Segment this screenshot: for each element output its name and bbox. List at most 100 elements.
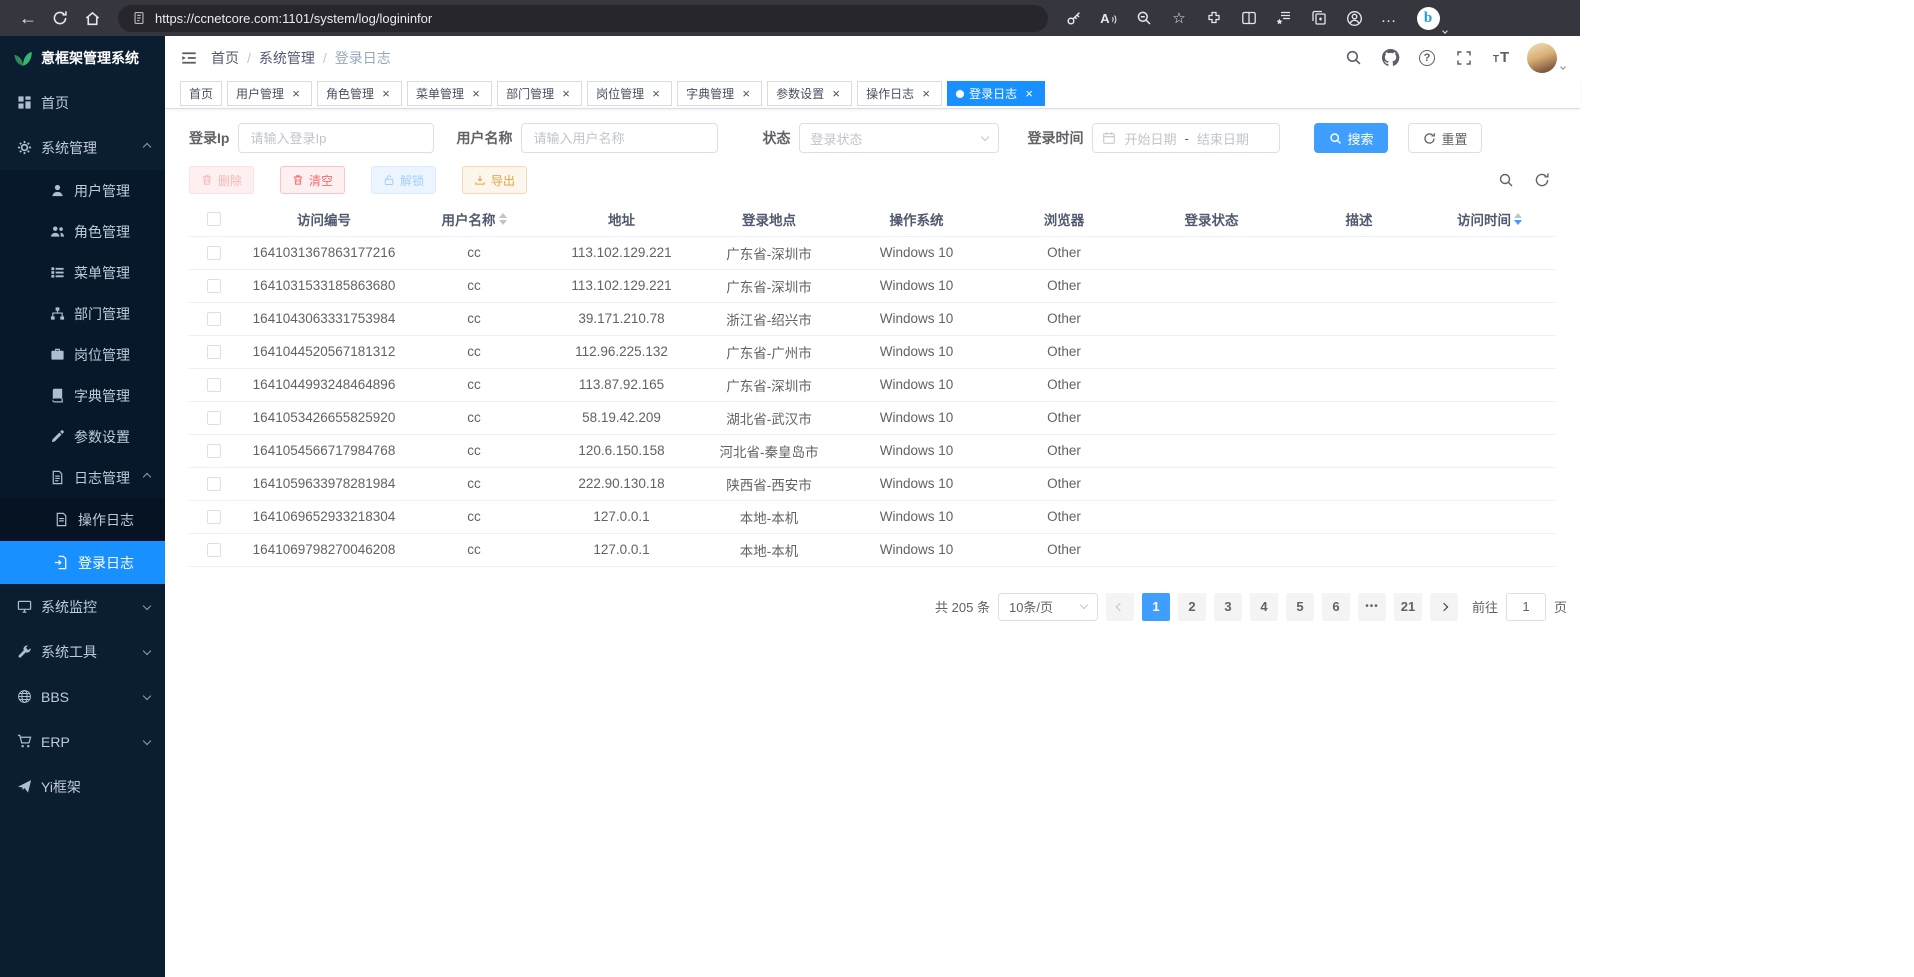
tab-operlog[interactable]: 操作日志× (857, 81, 942, 106)
close-tab-icon[interactable]: × (469, 87, 483, 101)
fullscreen-icon[interactable] (1453, 47, 1475, 69)
more-pages-button[interactable]: ••• (1358, 593, 1386, 621)
row-checkbox[interactable] (207, 510, 221, 524)
select-all-checkbox[interactable] (207, 212, 221, 226)
next-page-button[interactable] (1430, 593, 1458, 621)
sidebar-item-user[interactable]: 用户管理 (0, 170, 165, 211)
page-button-3[interactable]: 3 (1214, 593, 1242, 621)
unlock-button[interactable]: 解锁 (371, 166, 436, 194)
close-tab-icon[interactable]: × (919, 87, 933, 101)
table-search-icon[interactable] (1493, 167, 1519, 193)
page-button-21[interactable]: 21 (1394, 593, 1422, 621)
prev-page-button[interactable] (1106, 593, 1134, 621)
sidebar-item-erp[interactable]: ERP (0, 719, 165, 764)
date-range-picker[interactable]: 开始日期 - 结束日期 (1092, 123, 1280, 153)
page-button-4[interactable]: 4 (1250, 593, 1278, 621)
row-checkbox[interactable] (207, 444, 221, 458)
table-refresh-icon[interactable] (1529, 167, 1555, 193)
close-tab-icon[interactable]: × (289, 87, 303, 101)
tab-user[interactable]: 用户管理× (227, 81, 312, 106)
site-info-icon[interactable] (132, 11, 146, 25)
sort-icon[interactable] (499, 213, 507, 225)
sort-icon[interactable] (1514, 213, 1522, 225)
sidebar-item-home[interactable]: 首页 (0, 80, 165, 125)
search-button[interactable]: 搜索 (1314, 123, 1388, 153)
row-checkbox[interactable] (207, 312, 221, 326)
breadcrumb-home[interactable]: 首页 (211, 48, 239, 68)
close-tab-icon[interactable]: × (1022, 87, 1036, 101)
page-size-select[interactable]: 10条/页 (998, 593, 1098, 621)
browser-refresh-button[interactable] (44, 4, 76, 32)
sidebar-item-monitor[interactable]: 系统监控 (0, 584, 165, 629)
export-button[interactable]: 导出 (462, 166, 527, 194)
sidebar-item-param[interactable]: 参数设置 (0, 416, 165, 457)
sidebar-item-operlog[interactable]: 操作日志 (0, 498, 165, 541)
row-checkbox[interactable] (207, 477, 221, 491)
table-row[interactable]: 1641031533185863680 cc 113.102.129.221 广… (189, 269, 1555, 302)
browser-back-button[interactable]: ← (12, 4, 44, 32)
table-row[interactable]: 1641053426655825920 cc 58.19.42.209 湖北省-… (189, 401, 1555, 434)
help-icon[interactable]: ? (1416, 47, 1438, 69)
sidebar-item-post[interactable]: 岗位管理 (0, 334, 165, 375)
tab-role[interactable]: 角色管理× (317, 81, 402, 106)
row-checkbox[interactable] (207, 279, 221, 293)
sidebar-item-role[interactable]: 角色管理 (0, 211, 165, 252)
sidebar-item-menu[interactable]: 菜单管理 (0, 252, 165, 293)
collapse-sidebar-icon[interactable] (180, 49, 198, 67)
user-name-input[interactable] (521, 123, 718, 153)
row-checkbox[interactable] (207, 411, 221, 425)
row-checkbox[interactable] (207, 345, 221, 359)
zoom-icon[interactable] (1128, 4, 1160, 32)
github-icon[interactable] (1379, 47, 1401, 69)
app-logo[interactable]: 意框架管理系统 (0, 36, 165, 80)
browser-more-icon[interactable]: … (1373, 4, 1405, 32)
address-bar[interactable]: https://ccnetcore.com:1101/system/log/lo… (118, 5, 1048, 32)
favorites-bar-icon[interactable] (1268, 4, 1300, 32)
password-key-icon[interactable] (1058, 4, 1090, 32)
page-button-1[interactable]: 1 (1142, 593, 1170, 621)
tab-dept[interactable]: 部门管理× (497, 81, 582, 106)
tab-home[interactable]: 首页 (180, 81, 222, 106)
table-row[interactable]: 1641069798270046208 cc 127.0.0.1 本地-本机 W… (189, 533, 1555, 566)
close-tab-icon[interactable]: × (739, 87, 753, 101)
close-tab-icon[interactable]: × (649, 87, 663, 101)
reset-button[interactable]: 重置 (1408, 123, 1482, 153)
row-checkbox[interactable] (207, 378, 221, 392)
row-checkbox[interactable] (207, 246, 221, 260)
sidebar-item-dict[interactable]: 字典管理 (0, 375, 165, 416)
clear-button[interactable]: 清空 (280, 166, 345, 194)
font-size-icon[interactable]: TT (1490, 47, 1512, 69)
sidebar-item-yi[interactable]: Yi框架 (0, 764, 165, 809)
split-screen-icon[interactable] (1233, 4, 1265, 32)
status-select[interactable]: 登录状态 (799, 123, 999, 153)
page-button-6[interactable]: 6 (1322, 593, 1350, 621)
login-ip-input[interactable] (238, 123, 434, 153)
close-tab-icon[interactable]: × (829, 87, 843, 101)
sidebar-item-log[interactable]: 日志管理 (0, 457, 165, 498)
tab-menu[interactable]: 菜单管理× (407, 81, 492, 106)
tab-loginlog[interactable]: 登录日志× (947, 81, 1045, 106)
row-checkbox[interactable] (207, 543, 221, 557)
tab-param[interactable]: 参数设置× (767, 81, 852, 106)
bing-sidebar-icon[interactable]: b (1408, 3, 1448, 33)
table-row[interactable]: 1641044993248464896 cc 113.87.92.165 广东省… (189, 368, 1555, 401)
goto-page-input[interactable] (1506, 593, 1546, 621)
tab-post[interactable]: 岗位管理× (587, 81, 672, 106)
close-tab-icon[interactable]: × (559, 87, 573, 101)
page-button-5[interactable]: 5 (1286, 593, 1314, 621)
close-tab-icon[interactable]: × (379, 87, 393, 101)
sidebar-item-dept[interactable]: 部门管理 (0, 293, 165, 334)
header-search-icon[interactable] (1342, 47, 1364, 69)
table-row[interactable]: 1641059633978281984 cc 222.90.130.18 陕西省… (189, 467, 1555, 500)
browser-home-button[interactable] (76, 4, 108, 32)
collections-icon[interactable] (1303, 4, 1335, 32)
tab-dict[interactable]: 字典管理× (677, 81, 762, 106)
table-row[interactable]: 1641043063331753984 cc 39.171.210.78 浙江省… (189, 302, 1555, 335)
delete-button[interactable]: 删除 (189, 166, 254, 194)
favorite-star-icon[interactable]: ☆ (1163, 4, 1195, 32)
sidebar-item-system[interactable]: 系统管理 (0, 125, 165, 170)
breadcrumb-system[interactable]: 系统管理 (259, 48, 315, 68)
table-row[interactable]: 1641054566717984768 cc 120.6.150.158 河北省… (189, 434, 1555, 467)
user-avatar[interactable] (1527, 43, 1565, 73)
table-row[interactable]: 1641069652933218304 cc 127.0.0.1 本地-本机 W… (189, 500, 1555, 533)
